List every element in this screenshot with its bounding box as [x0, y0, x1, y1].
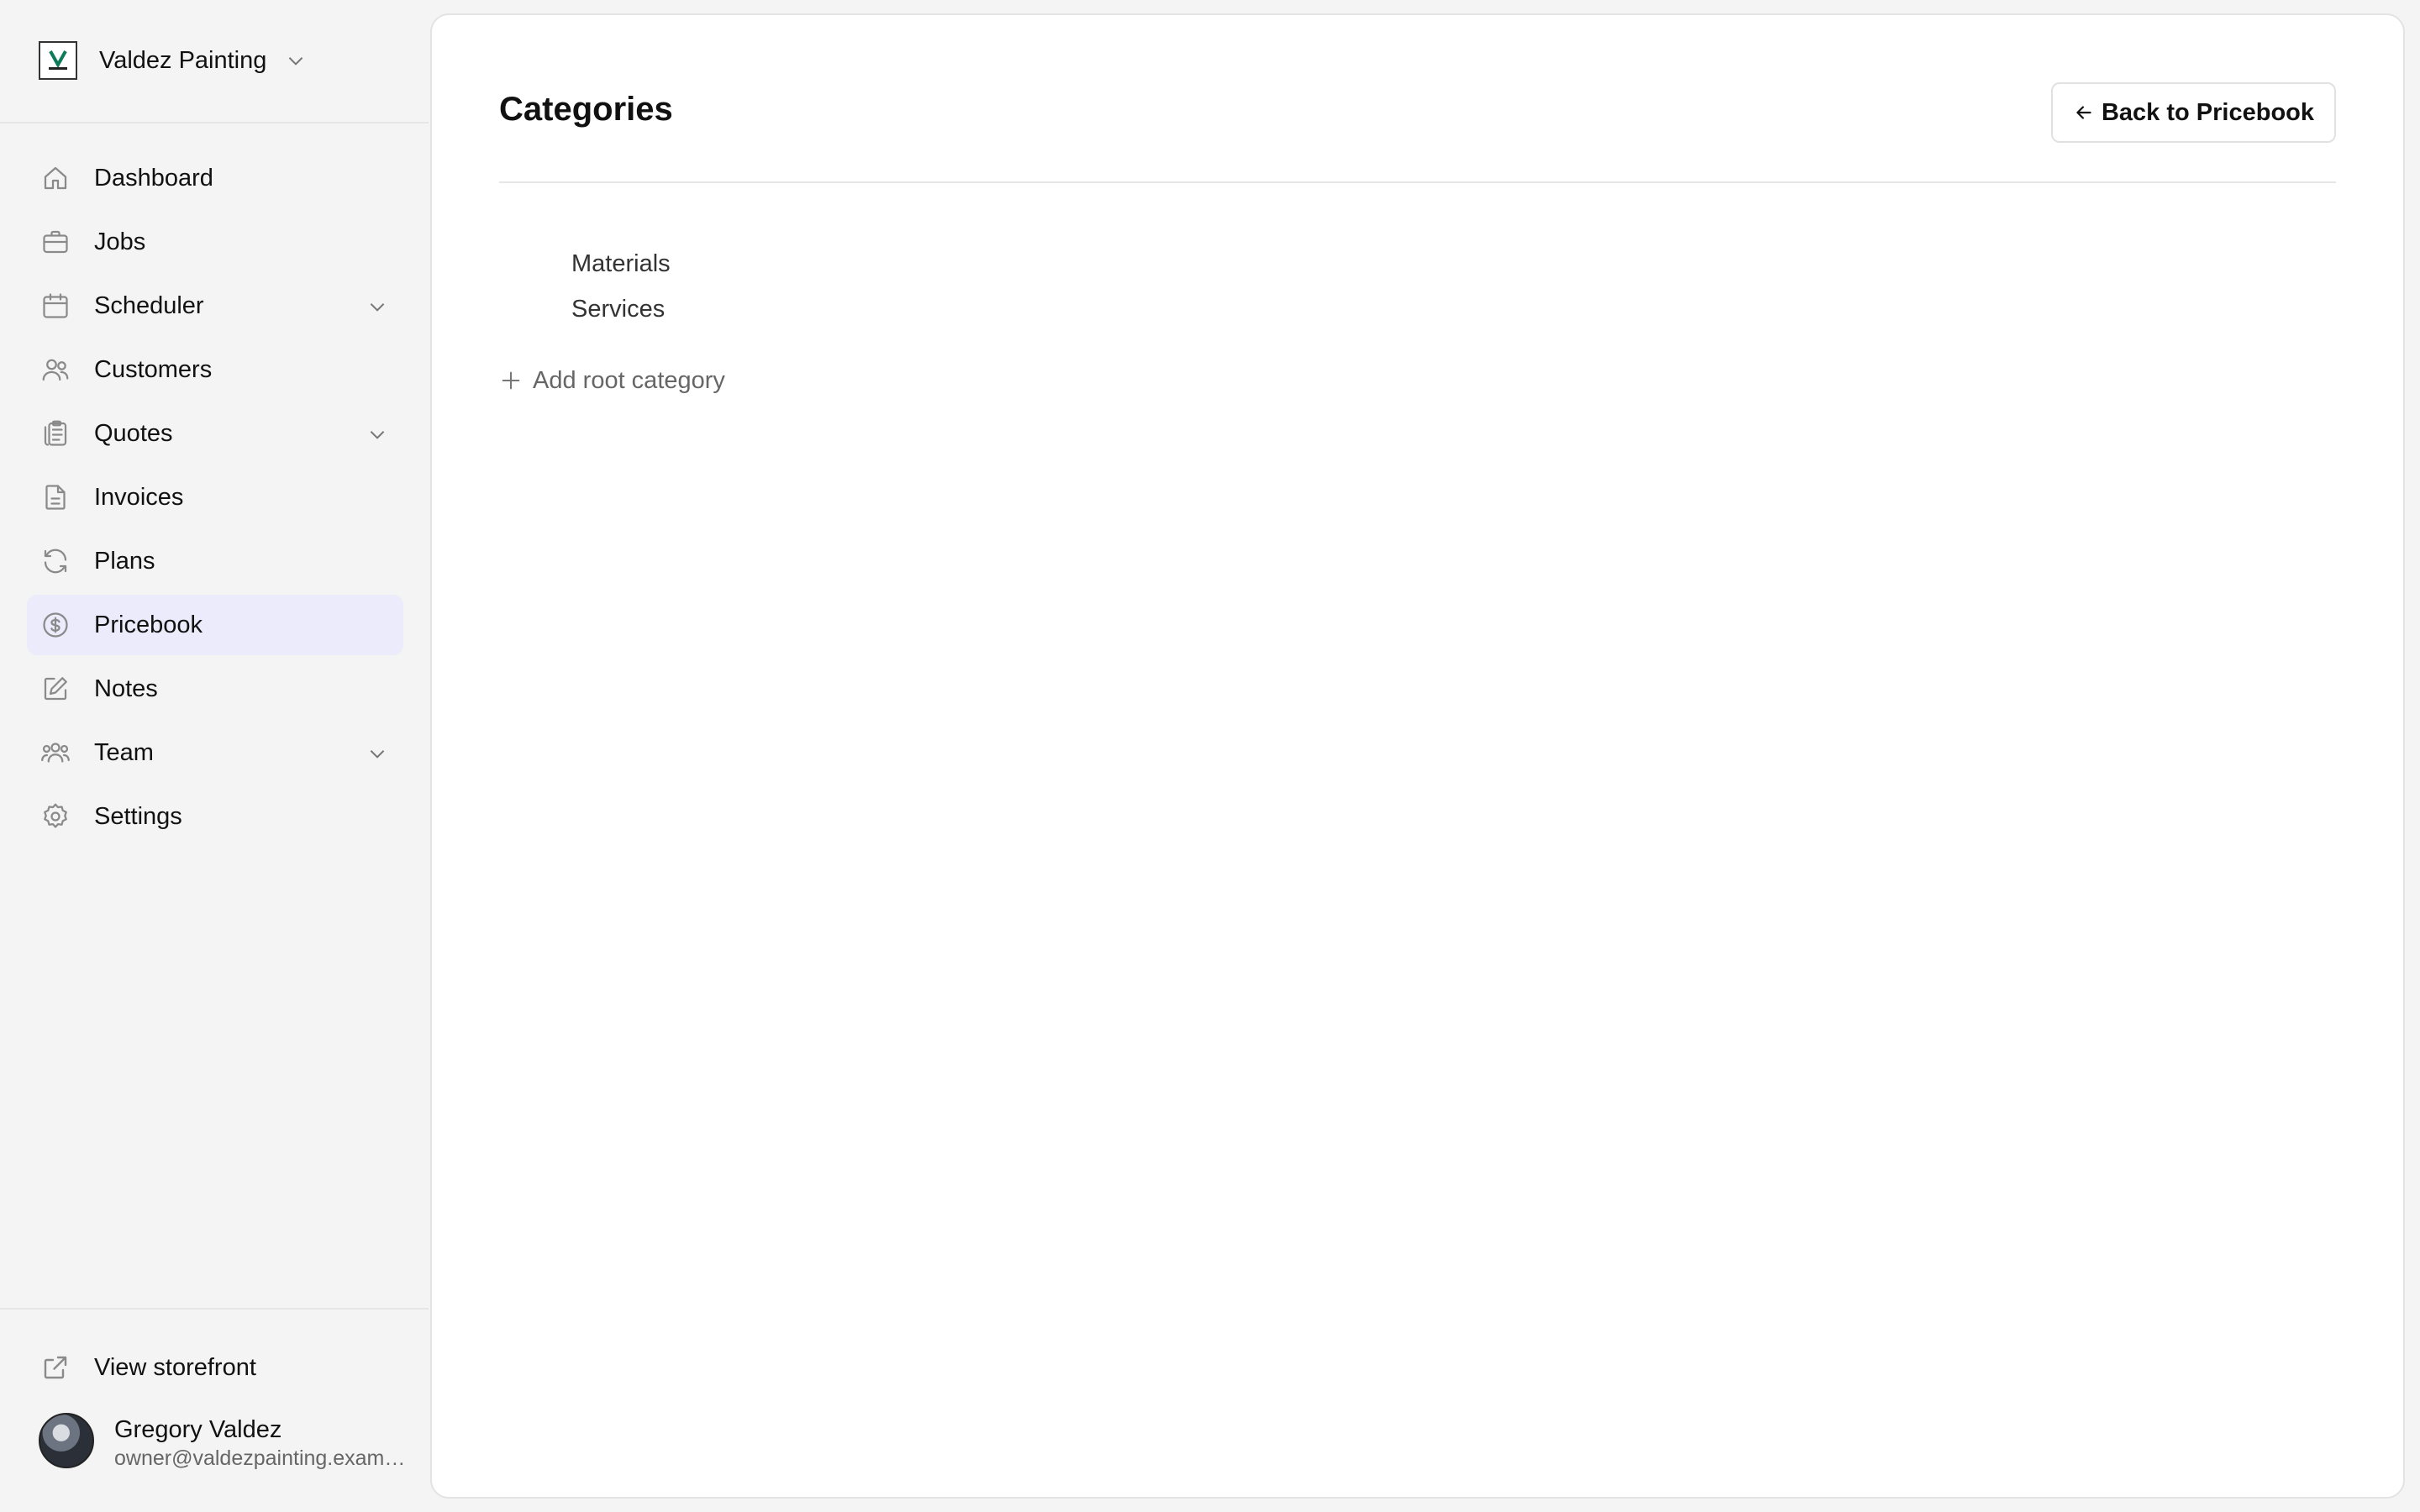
back-to-pricebook-button[interactable]: Back to Pricebook — [2050, 82, 2336, 143]
divider — [499, 181, 2336, 183]
sidebar-item-label: Plans — [94, 547, 155, 575]
sidebar-item-label: Jobs — [94, 228, 146, 255]
storefront-label: View storefront — [94, 1353, 256, 1381]
sidebar-item-jobs[interactable]: Jobs — [27, 212, 403, 272]
org-switcher[interactable]: Valdez Painting — [39, 39, 307, 82]
page-title: Categories — [499, 91, 673, 128]
briefcase-icon — [43, 230, 68, 254]
user-email: owner@valdezpainting.example.com — [114, 1446, 408, 1470]
document-icon — [45, 485, 66, 510]
sidebar-item-plans[interactable]: Plans — [27, 531, 403, 591]
org-logo — [39, 41, 77, 80]
dollar-circle-icon — [43, 612, 68, 638]
org-name: Valdez Painting — [99, 46, 267, 74]
clipboard-icon — [44, 420, 67, 446]
sidebar-item-invoices[interactable]: Invoices — [27, 467, 403, 528]
view-storefront-link[interactable]: View storefront — [27, 1337, 403, 1398]
team-icon — [41, 743, 70, 763]
plus-icon — [502, 371, 520, 390]
users-icon — [42, 359, 69, 381]
main-panel: Categories Back to Pricebook Materials S… — [430, 13, 2405, 1499]
user-name: Gregory Valdez — [114, 1416, 282, 1443]
sidebar-item-pricebook[interactable]: Pricebook — [27, 595, 403, 655]
chevron-down-icon[interactable] — [366, 743, 388, 764]
sidebar-item-label: Quotes — [94, 419, 173, 447]
chevron-down-icon[interactable] — [285, 50, 307, 71]
chevron-down-icon[interactable] — [366, 423, 388, 445]
add-root-category-button[interactable]: Add root category — [499, 360, 725, 402]
sidebar-item-label: Scheduler — [94, 291, 204, 319]
avatar — [39, 1413, 94, 1468]
external-link-icon — [44, 1356, 67, 1379]
sidebar-item-notes[interactable]: Notes — [27, 659, 403, 719]
valdez-logo-icon — [49, 50, 67, 70]
chevron-down-icon[interactable] — [366, 296, 388, 318]
back-button-label: Back to Pricebook — [2101, 98, 2314, 126]
sidebar-item-label: Settings — [94, 802, 182, 830]
sidebar-item-customers[interactable]: Customers — [27, 339, 403, 400]
sidebar-nav: Dashboard Jobs Scheduler Customers Quotes Inv… — [27, 148, 403, 850]
edit-icon — [44, 677, 67, 701]
sidebar-item-scheduler[interactable]: Scheduler — [27, 276, 403, 336]
sidebar-item-settings[interactable]: Settings — [27, 786, 403, 847]
sidebar: Valdez Painting Dashboard Jobs Scheduler Cu… — [0, 0, 429, 1512]
sidebar-item-label: Pricebook — [94, 611, 203, 638]
sidebar-item-label: Team — [94, 738, 154, 766]
user-profile[interactable]: Gregory Valdez owner@valdezpainting.exam… — [39, 1411, 408, 1472]
sidebar-item-label: Customers — [94, 355, 213, 383]
sidebar-item-label: Dashboard — [94, 164, 213, 192]
sidebar-item-label: Invoices — [94, 483, 184, 511]
arrow-left-icon — [2076, 106, 2091, 119]
home-icon — [44, 166, 67, 190]
sidebar-item-quotes[interactable]: Quotes — [27, 403, 403, 464]
gear-icon — [44, 803, 67, 828]
sidebar-item-dashboard[interactable]: Dashboard — [27, 148, 403, 208]
category-list: Materials Services — [571, 235, 671, 338]
sidebar-item-label: Notes — [94, 675, 158, 702]
calendar-icon — [43, 293, 68, 318]
refresh-icon — [44, 549, 67, 574]
add-root-category-label: Add root category — [533, 366, 725, 394]
sidebar-item-team[interactable]: Team — [27, 722, 403, 783]
divider — [0, 122, 429, 123]
category-item-services[interactable]: Services — [571, 281, 671, 338]
divider — [0, 1308, 429, 1310]
